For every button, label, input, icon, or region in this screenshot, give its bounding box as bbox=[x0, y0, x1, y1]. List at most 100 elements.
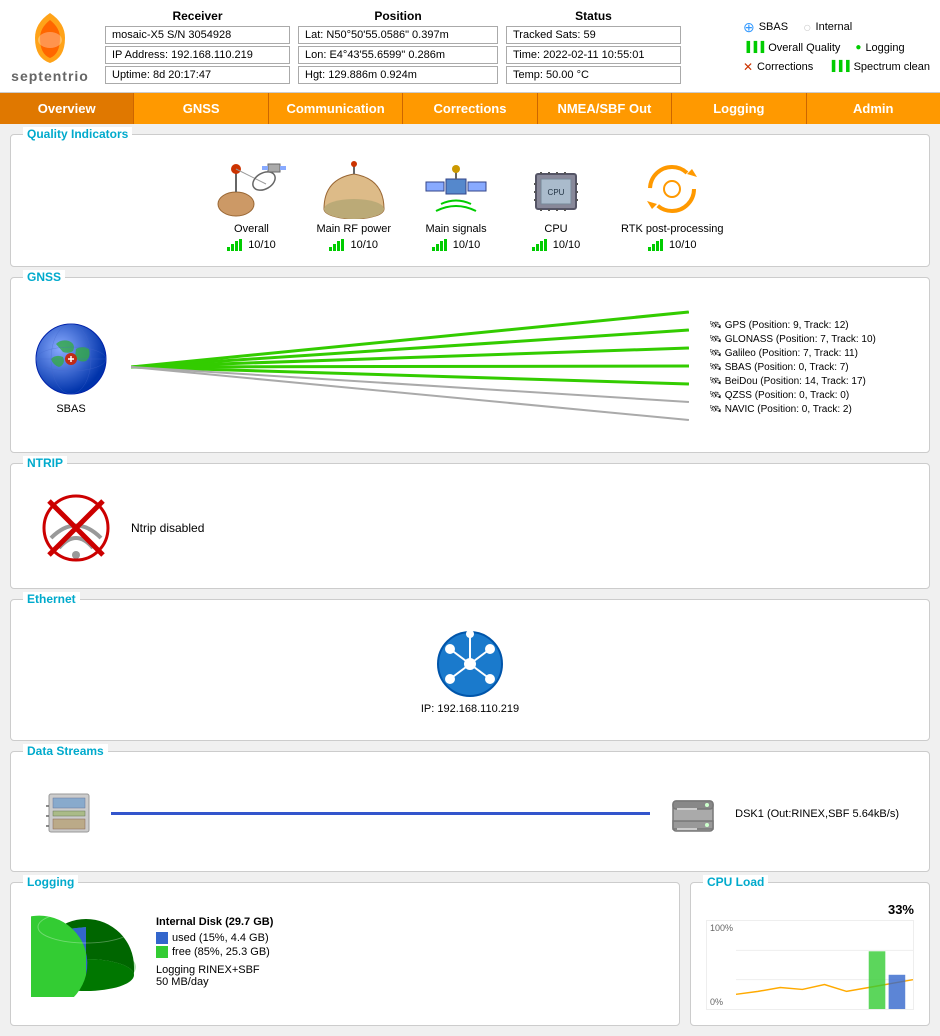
nav-item-logging[interactable]: Logging bbox=[672, 93, 806, 124]
nav-item-overview[interactable]: Overview bbox=[0, 93, 134, 124]
cpu-load-content: 33% 100% 0% bbox=[701, 897, 919, 1015]
svg-text:CPU: CPU bbox=[548, 188, 565, 197]
quality-score-signals: 10/10 bbox=[432, 239, 481, 251]
destination-icon bbox=[665, 786, 720, 841]
data-streams-content: DSK1 (Out:RINEX,SBF 5.64kB/s) bbox=[21, 766, 919, 861]
logo-icon bbox=[20, 8, 80, 68]
gnss-legend-item-4: 🛰 BeiDou (Position: 14, Track: 17) bbox=[709, 376, 909, 387]
logging-content: Internal Disk (29.7 GB) used (15%, 4.4 G… bbox=[21, 897, 669, 1007]
logo-text: septentrio bbox=[11, 68, 89, 84]
data-streams-title: Data Streams bbox=[23, 744, 108, 758]
navigation: Overview GNSS Communication Corrections … bbox=[0, 93, 940, 124]
rf-icon bbox=[319, 159, 389, 219]
gnss-globe-area: SBAS bbox=[31, 319, 111, 415]
quality-item-overall: Overall 10/10 bbox=[216, 159, 286, 251]
header: septentrio Receiver mosaic-X5 S/N 305492… bbox=[0, 0, 940, 93]
gnss-legend-item-1: 🛰 GLONASS (Position: 7, Track: 10) bbox=[709, 334, 909, 345]
quality-title: Quality Indicators bbox=[23, 127, 132, 141]
position-field-2: Hgt: 129.886m 0.924m bbox=[298, 66, 498, 84]
logo: septentrio bbox=[10, 8, 90, 84]
quality-item-signals: Main signals 10/10 bbox=[421, 159, 491, 251]
sbas-indicator: ⊕ SBAS bbox=[743, 19, 788, 36]
receiver-field-2: Uptime: 8d 20:17:47 bbox=[105, 66, 290, 84]
nav-item-admin[interactable]: Admin bbox=[807, 93, 940, 124]
status-title: Status bbox=[506, 9, 681, 23]
gnss-legend-item-2: 🛰 Galileo (Position: 7, Track: 11) bbox=[709, 348, 909, 359]
overall-icon bbox=[216, 159, 286, 219]
status-field-2: Temp: 50.00 °C bbox=[506, 66, 681, 84]
gnss-legend-item-6: 🛰 NAVIC (Position: 0, Track: 2) bbox=[709, 404, 909, 415]
rate-label: 50 MB/day bbox=[156, 976, 273, 988]
internal-indicator: ○ Internal bbox=[803, 19, 852, 36]
quality-label-signals: Main signals bbox=[425, 223, 486, 235]
info-tables: Receiver mosaic-X5 S/N 3054928 IP Addres… bbox=[105, 9, 733, 84]
quality-panel: Quality Indicators Overall bbox=[10, 134, 930, 267]
quality-label-cpu: CPU bbox=[544, 223, 567, 235]
receiver-field-0: mosaic-X5 S/N 3054928 bbox=[105, 26, 290, 44]
position-title: Position bbox=[298, 9, 498, 23]
quality-label-overall: Overall bbox=[234, 223, 269, 235]
cpu-load-title: CPU Load bbox=[703, 875, 768, 889]
globe-icon bbox=[31, 319, 111, 399]
free-color bbox=[156, 946, 168, 958]
gnss-legend-item-0: 🛰 GPS (Position: 9, Track: 12) bbox=[709, 320, 909, 331]
cpu-chart: 100% 0% bbox=[706, 920, 914, 1010]
pie-svg bbox=[31, 907, 141, 997]
quality-item-cpu: CPU CPU 10/10 bbox=[521, 159, 591, 251]
sbas-icon: ⊕ bbox=[743, 19, 755, 36]
receiver-field-1: IP Address: 192.168.110.219 bbox=[105, 46, 290, 64]
quality-item-rf: Main RF power 10/10 bbox=[316, 159, 391, 251]
indicators-row3: ✕ Corrections ▐▐▐ Spectrum clean bbox=[743, 60, 930, 74]
corrections-icon: ✕ bbox=[743, 60, 753, 74]
gnss-content: SBAS 🛰 G bbox=[21, 292, 919, 442]
quality-item-rtk: RTK post-processing 10/10 bbox=[621, 159, 724, 251]
logging-title: Logging bbox=[23, 875, 78, 889]
main-content: Quality Indicators Overall bbox=[0, 124, 940, 1036]
ntrip-status: Ntrip disabled bbox=[131, 521, 204, 535]
spectrum-icon: ▐▐▐ bbox=[828, 61, 849, 72]
nav-item-gnss[interactable]: GNSS bbox=[134, 93, 268, 124]
satellite-icon-6: 🛰 bbox=[709, 404, 722, 415]
nav-item-nmea[interactable]: NMEA/SBF Out bbox=[538, 93, 672, 124]
satellite-icon-1: 🛰 bbox=[709, 334, 722, 345]
quality-grid: Overall 10/10 Main RF power bbox=[21, 149, 919, 256]
internal-icon: ○ bbox=[803, 19, 811, 35]
gnss-title: GNSS bbox=[23, 270, 65, 284]
source-icon bbox=[41, 786, 96, 841]
cpu-chart-svg bbox=[736, 921, 913, 1009]
ntrip-content: Ntrip disabled bbox=[21, 478, 919, 578]
chart-visual bbox=[736, 921, 913, 1009]
satellite-icon-5: 🛰 bbox=[709, 390, 722, 401]
stream-label: DSK1 (Out:RINEX,SBF 5.64kB/s) bbox=[735, 808, 899, 820]
data-streams-panel: Data Streams bbox=[10, 751, 930, 872]
gnss-panel: GNSS bbox=[10, 277, 930, 453]
nav-item-communication[interactable]: Communication bbox=[269, 93, 403, 124]
ethernet-content: IP: 192.168.110.219 bbox=[21, 614, 919, 730]
quality-score-overall: 10/10 bbox=[227, 239, 276, 251]
satellite-icon-0: 🛰 bbox=[709, 320, 722, 331]
rtk-icon bbox=[632, 159, 712, 219]
position-field-1: Lon: E4°43'55.6599" 0.286m bbox=[298, 46, 498, 64]
gnss-legend-item-5: 🛰 QZSS (Position: 0, Track: 0) bbox=[709, 390, 909, 401]
disk-label: Internal Disk (29.7 GB) bbox=[156, 916, 273, 928]
quality-indicator: ▐▐▐ Overall Quality bbox=[743, 42, 840, 54]
nav-item-corrections[interactable]: Corrections bbox=[403, 93, 537, 124]
position-group: Position Lat: N50°50'55.0586" 0.397m Lon… bbox=[298, 9, 498, 84]
logging-indicator: ● Logging bbox=[855, 42, 904, 54]
receiver-title: Receiver bbox=[105, 9, 290, 23]
signals-icon bbox=[421, 159, 491, 219]
satellite-icon-3: 🛰 bbox=[709, 362, 722, 373]
chart-labels: 100% 0% bbox=[707, 921, 736, 1009]
signal-lines-svg bbox=[131, 302, 689, 432]
quality-icon: ▐▐▐ bbox=[743, 42, 764, 53]
spectrum-indicator: ▐▐▐ Spectrum clean bbox=[828, 60, 930, 74]
used-color bbox=[156, 932, 168, 944]
used-legend: used (15%, 4.4 GB) bbox=[156, 932, 273, 944]
bottom-row: Logging bbox=[10, 882, 930, 1026]
format-label: Logging RINEX+SBF bbox=[156, 964, 273, 976]
ethernet-panel: Ethernet IP: 192.168.110.219 bbox=[10, 599, 930, 741]
pie-chart bbox=[31, 907, 141, 997]
gnss-legend-item-3: 🛰 SBAS (Position: 0, Track: 7) bbox=[709, 362, 909, 373]
quality-score-rf: 10/10 bbox=[329, 239, 378, 251]
quality-label-rtk: RTK post-processing bbox=[621, 223, 724, 235]
